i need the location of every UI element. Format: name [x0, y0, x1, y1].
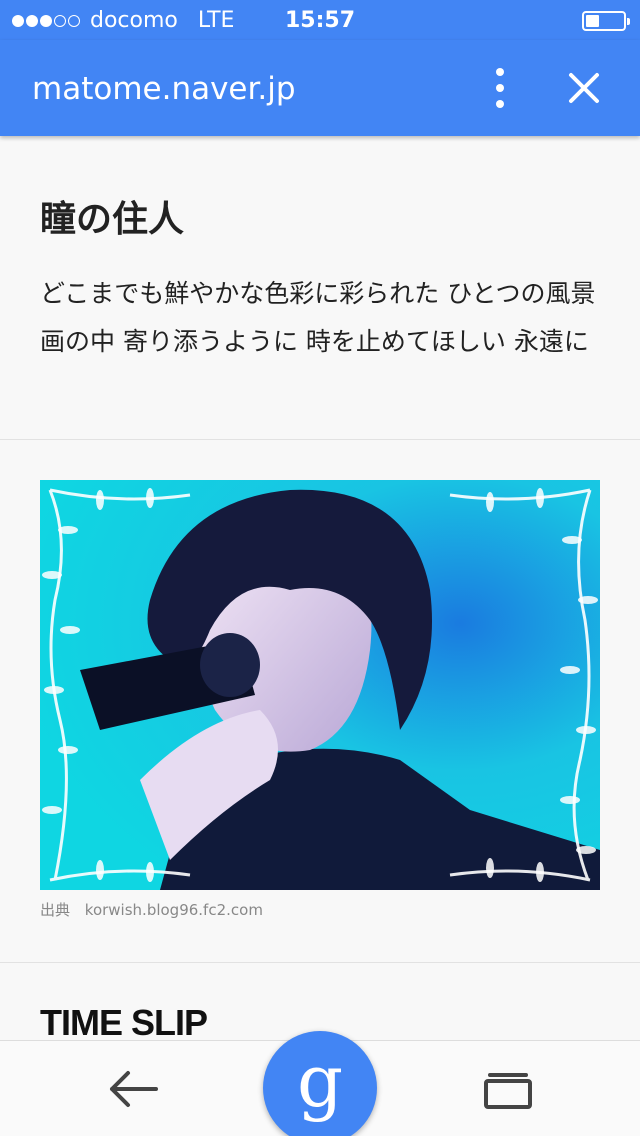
page-url: matome.naver.jp [32, 71, 296, 107]
status-time: 15:57 [284, 8, 356, 33]
app-bar: matome.naver.jp [0, 40, 640, 136]
close-icon[interactable] [564, 68, 604, 108]
tabs-icon[interactable] [482, 1071, 534, 1111]
section-title: TIME SLIP [40, 1002, 208, 1043]
image-card: 出典 korwish.blog96.fc2.com [0, 441, 640, 963]
image-source: 出典 korwish.blog96.fc2.com [40, 899, 263, 920]
google-search-button[interactable]: g [263, 1031, 377, 1136]
arrow-left-icon[interactable] [104, 1065, 160, 1113]
article-card: 瞳の住人 どこまでも鮮やかな色彩に彩られた ひとつの風景画の中 寄り添うように … [0, 150, 640, 440]
article-title: 瞳の住人 [40, 199, 185, 240]
more-vert-icon[interactable] [480, 66, 520, 110]
battery-icon [582, 11, 630, 31]
status-bar: docomo LTE 15:57 [0, 0, 640, 40]
singer-photo[interactable] [40, 480, 600, 890]
article-body: どこまでも鮮やかな色彩に彩られた ひとつの風景画の中 寄り添うように 時を止めて… [40, 279, 596, 356]
source-link[interactable]: korwish.blog96.fc2.com [85, 901, 263, 919]
source-label: 出典 [40, 901, 71, 919]
